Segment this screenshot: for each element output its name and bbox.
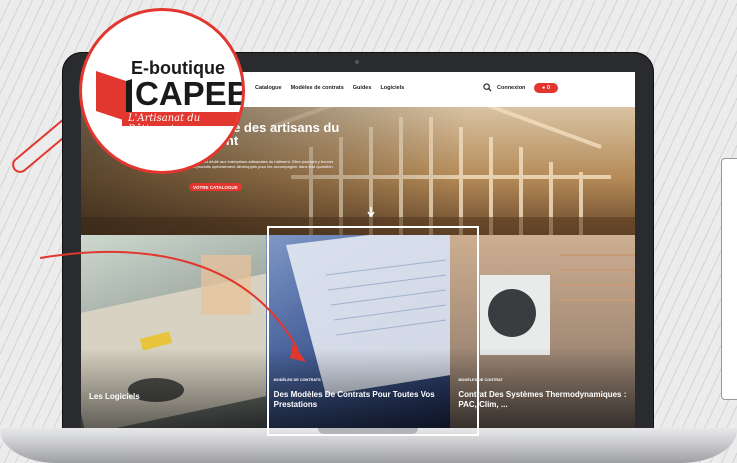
card-logiciels[interactable]: Les Logiciels — [81, 235, 266, 428]
logo-magnifier: E-boutique CAPEB L'Artisanat du Bâtiment — [79, 8, 245, 174]
logo-tagline: L'Artisanat du Bâtiment — [128, 113, 201, 135]
cart-count: 0 — [547, 85, 550, 91]
search-icon[interactable] — [483, 83, 492, 92]
arrow-down-icon[interactable] — [367, 207, 375, 217]
camera-dot — [355, 60, 359, 64]
cart-icon: ● — [542, 85, 546, 91]
hero-description: Ce site est dédié aux entreprises artisa… — [189, 159, 334, 169]
card-title: Contrat Des Systèmes Thermodynamiques : … — [458, 390, 627, 409]
highlight-frame — [267, 226, 479, 436]
nav-logiciels[interactable]: Logiciels — [380, 85, 404, 91]
side-panel — [721, 158, 737, 400]
nav-contract-models[interactable]: Modèles de contrats — [291, 85, 344, 91]
logo-capeb: CAPEB — [135, 75, 245, 112]
main-nav: Catalogue Modèles de contrats Guides Log… — [255, 85, 404, 91]
logo-tagline-band: L'Artisanat du Bâtiment — [122, 112, 242, 135]
nav-catalogue[interactable]: Catalogue — [255, 85, 282, 91]
card-title: Les Logiciels — [89, 392, 140, 401]
login-link[interactable]: Connexion — [497, 85, 525, 91]
nav-guides[interactable]: Guides — [353, 85, 372, 91]
catalogue-button[interactable]: VOTRE CATALOGUE — [189, 183, 242, 191]
cart-button[interactable]: ● 0 — [534, 83, 558, 93]
